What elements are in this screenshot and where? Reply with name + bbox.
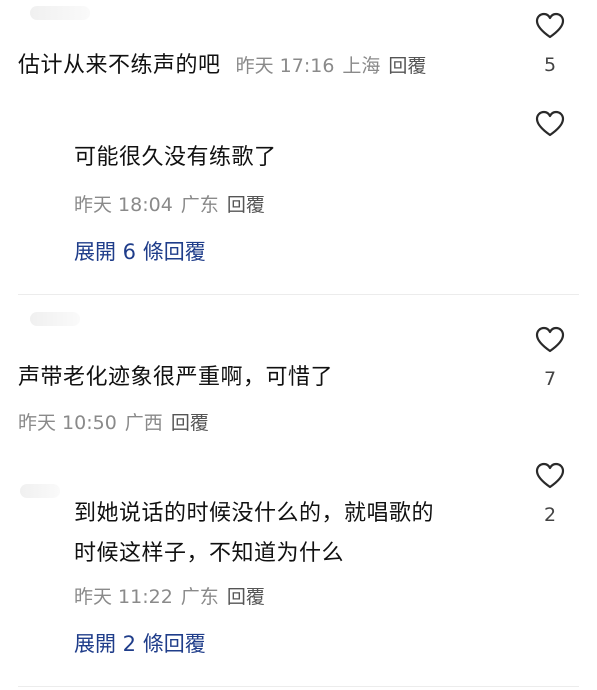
- reply-link[interactable]: 回覆: [227, 194, 265, 216]
- comment-text: 声带老化迹象很严重啊，可惜了: [18, 365, 334, 390]
- comment-text-line1: 到她说话的时候没什么的，就唱歌的: [74, 501, 435, 526]
- comment-1: 估计从来不练声的吧 昨天 17:16 上海 回覆: [18, 48, 434, 84]
- heart-outline-icon: [535, 462, 565, 489]
- heart-outline-icon: [535, 110, 565, 137]
- comment-location: 广东: [180, 194, 219, 216]
- comment-meta: 昨天 18:04 广东 回覆: [74, 190, 273, 217]
- comment-location: 上海: [342, 55, 381, 77]
- heart-outline-icon: [535, 326, 565, 353]
- like-button[interactable]: [535, 462, 565, 494]
- expand-replies-link[interactable]: 展開 2 條回覆: [74, 628, 206, 658]
- comment-date: 昨天 18:04: [74, 194, 173, 216]
- like-count: 5: [543, 54, 557, 76]
- comment-text: 可能很久没有练歌了: [74, 145, 277, 170]
- comment-meta: 昨天 10:50 广西 回覆: [18, 408, 217, 435]
- divider: [18, 686, 579, 687]
- reply-link[interactable]: 回覆: [388, 55, 426, 77]
- reply-link[interactable]: 回覆: [227, 586, 265, 608]
- comment-date: 昨天 10:50: [18, 412, 117, 434]
- avatar-partial: [30, 6, 90, 20]
- reply-link[interactable]: 回覆: [171, 412, 209, 434]
- expand-replies-link[interactable]: 展開 6 條回覆: [74, 236, 206, 266]
- like-count: 7: [543, 368, 557, 390]
- comment-date: 昨天 17:16: [235, 55, 335, 77]
- comment-text: 估计从来不练声的吧: [18, 53, 221, 78]
- like-button[interactable]: [535, 12, 565, 44]
- comment-meta: 昨天 11:22 广东 回覆: [74, 582, 273, 609]
- avatar-partial: [30, 312, 80, 326]
- comment-date: 昨天 11:22: [74, 586, 173, 608]
- like-button[interactable]: [535, 326, 565, 358]
- like-count: 2: [543, 504, 557, 526]
- heart-outline-icon: [535, 12, 565, 39]
- comment-location: 广西: [124, 412, 163, 434]
- avatar-partial: [20, 484, 60, 498]
- divider: [18, 294, 579, 295]
- comment-location: 广东: [180, 586, 219, 608]
- comment-text-line2: 时候这样子，不知道为什么: [74, 541, 345, 566]
- like-button[interactable]: [535, 110, 565, 142]
